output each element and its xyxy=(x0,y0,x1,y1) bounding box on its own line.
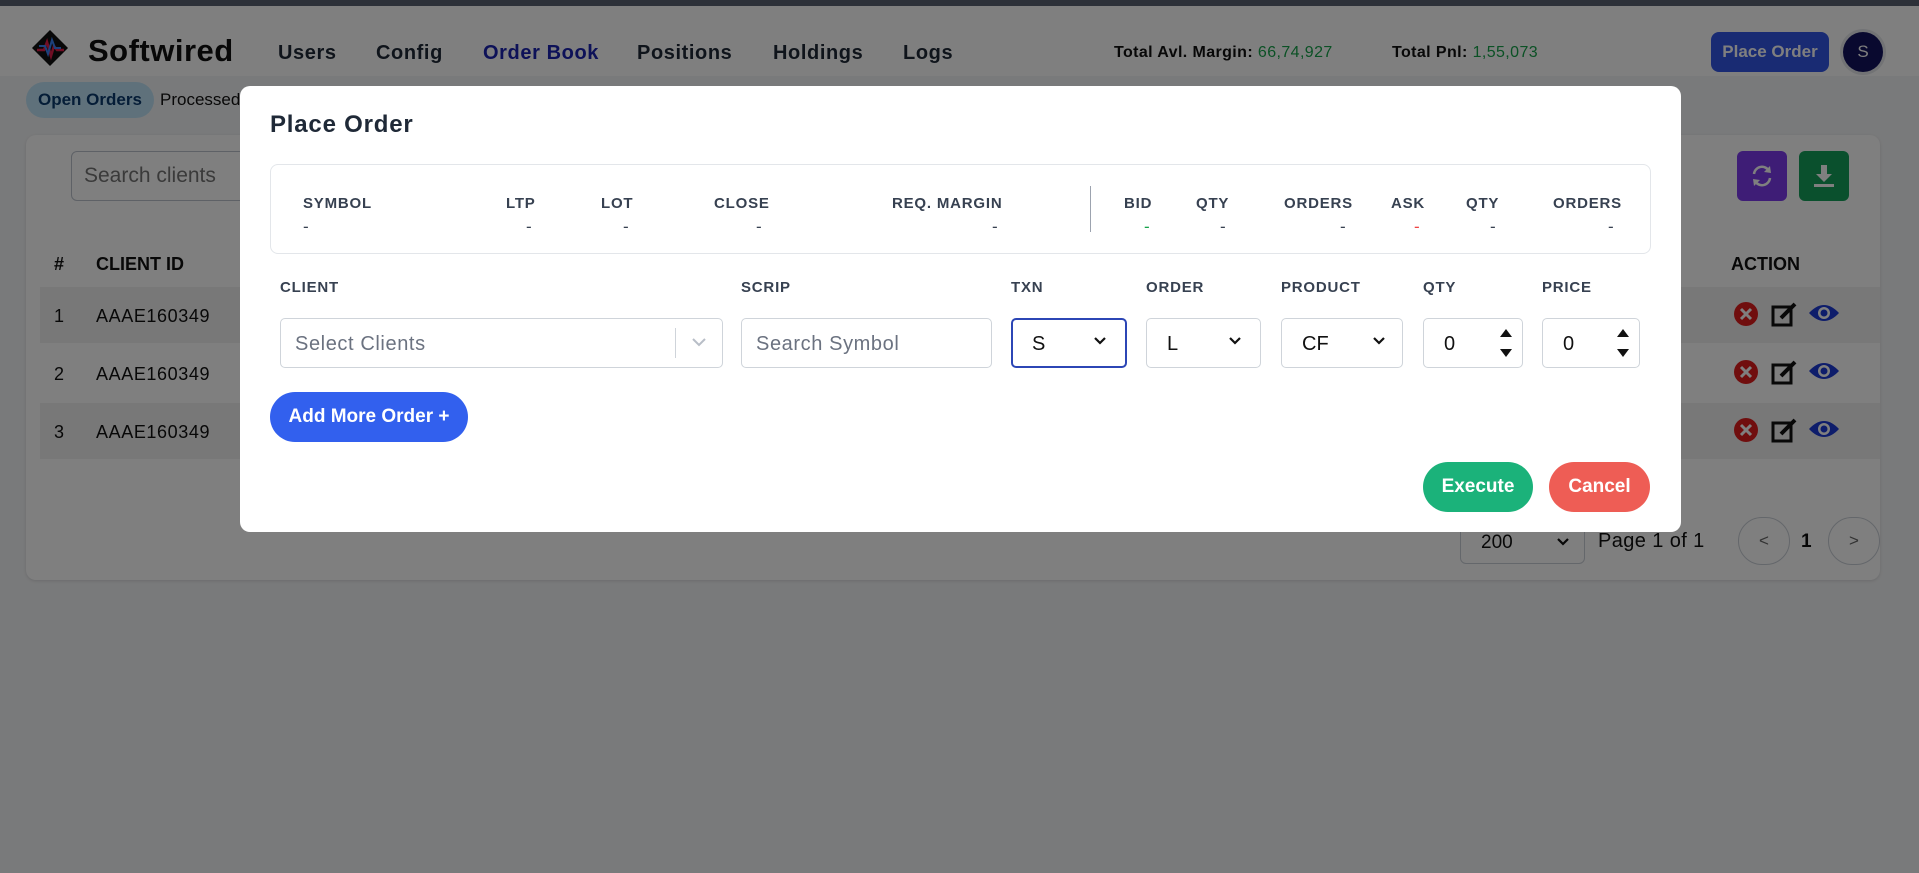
scrip-label: SCRIP xyxy=(741,279,791,296)
txn-label: TXN xyxy=(1011,279,1044,296)
chevron-down-icon xyxy=(1229,337,1241,345)
txn-value: S xyxy=(1032,333,1046,355)
req-margin-label: REQ. MARGIN xyxy=(892,195,1003,212)
client-select[interactable]: Select Clients xyxy=(280,318,723,368)
add-more-order-button[interactable]: Add More Order + xyxy=(270,392,468,442)
ask-orders-value: - xyxy=(1608,217,1615,236)
req-margin-value: - xyxy=(992,217,999,236)
bid-label: BID xyxy=(1124,195,1153,212)
ask-qty-label: QTY xyxy=(1466,195,1500,212)
close-value: - xyxy=(756,217,763,236)
client-label: CLIENT xyxy=(280,279,339,296)
quote-divider xyxy=(1090,186,1091,232)
lot-value: - xyxy=(623,217,630,236)
place-order-modal: Place Order SYMBOL - LTP - LOT - CLOSE -… xyxy=(240,86,1681,532)
spinner-arrows-icon[interactable] xyxy=(1613,323,1633,363)
bid-value: - xyxy=(1144,217,1151,236)
chevron-down-icon xyxy=(1373,337,1385,345)
order-type-select[interactable]: L xyxy=(1146,318,1261,368)
order-label: ORDER xyxy=(1146,279,1205,296)
modal-title: Place Order xyxy=(270,111,414,138)
product-value: CF xyxy=(1302,333,1329,355)
ask-value: - xyxy=(1414,217,1421,236)
bid-qty-label: QTY xyxy=(1196,195,1230,212)
product-select[interactable]: CF xyxy=(1281,318,1403,368)
qty-stepper[interactable]: 0 xyxy=(1423,318,1523,368)
ltp-label: LTP xyxy=(506,195,536,212)
txn-select[interactable]: S xyxy=(1011,318,1127,368)
bid-orders-label: ORDERS xyxy=(1284,195,1353,212)
close-label: CLOSE xyxy=(714,195,770,212)
lot-label: LOT xyxy=(601,195,634,212)
bid-orders-value: - xyxy=(1340,217,1347,236)
chevron-down-icon xyxy=(1094,337,1106,345)
product-label: PRODUCT xyxy=(1281,279,1361,296)
ask-qty-value: - xyxy=(1490,217,1497,236)
execute-button[interactable]: Execute xyxy=(1423,462,1533,512)
qty-value: 0 xyxy=(1444,333,1456,355)
qty-label: QTY xyxy=(1423,279,1457,296)
symbol-value: - xyxy=(303,217,310,236)
ask-orders-label: ORDERS xyxy=(1553,195,1622,212)
price-value: 0 xyxy=(1563,333,1575,355)
order-type-value: L xyxy=(1167,333,1179,355)
symbol-placeholder: Search Symbol xyxy=(756,333,900,355)
ask-label: ASK xyxy=(1391,195,1426,212)
client-placeholder: Select Clients xyxy=(295,333,426,355)
select-separator xyxy=(675,328,676,358)
spinner-arrows-icon[interactable] xyxy=(1496,323,1516,363)
bid-qty-value: - xyxy=(1220,217,1227,236)
price-label: PRICE xyxy=(1542,279,1592,296)
chevron-down-icon xyxy=(692,338,706,347)
symbol-search-input[interactable]: Search Symbol xyxy=(741,318,992,368)
symbol-label: SYMBOL xyxy=(303,195,372,212)
cancel-button[interactable]: Cancel xyxy=(1549,462,1650,512)
price-stepper[interactable]: 0 xyxy=(1542,318,1640,368)
ltp-value: - xyxy=(526,217,533,236)
